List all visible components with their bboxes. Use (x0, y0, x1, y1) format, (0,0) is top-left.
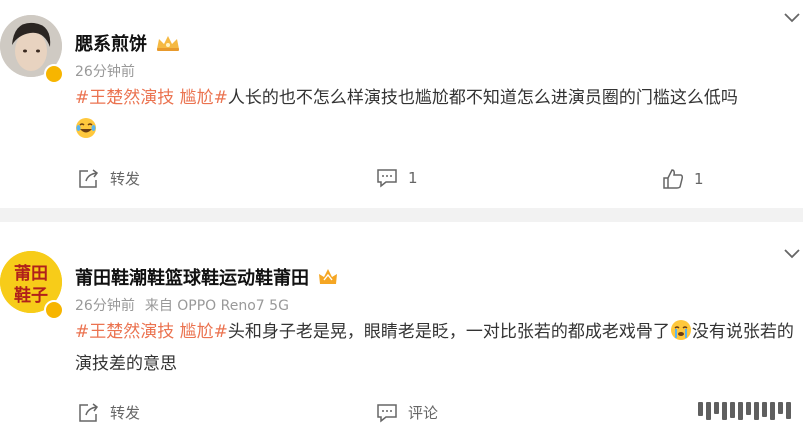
post-text: #王楚然演技 尴尬#人长的也不怎么样演技也尴尬都不知道怎么进演员圈的门槛这么低吗 (75, 82, 799, 146)
hashtag-link[interactable]: #王楚然演技 尴尬# (75, 322, 228, 342)
share-icon (79, 402, 99, 422)
chevron-down-icon[interactable] (783, 248, 801, 260)
share-label: 转发 (110, 404, 141, 422)
username-text[interactable]: 腮系煎饼 (75, 34, 147, 55)
laugh-cry-emoji (76, 118, 96, 138)
comment-count: 1 (408, 169, 418, 187)
post-time: 26分钟前 (75, 64, 135, 80)
comment-button[interactable]: 1 (376, 168, 418, 188)
comment-icon (377, 403, 397, 423)
post-card: 腮系煎饼 26分钟前 #王楚然演技 尴尬#人长的也不怎么样演技也尴尬都不知道怎么… (0, 0, 803, 208)
vip-crown-icon (319, 269, 337, 284)
hashtag-link[interactable]: #王楚然演技 尴尬# (75, 88, 228, 108)
post-source: 来自 OPPO Reno7 5G (144, 298, 289, 314)
share-button[interactable]: 转发 (78, 402, 140, 423)
avatar-text: 莆田 (14, 264, 48, 284)
comment-icon (377, 169, 397, 188)
comment-button[interactable]: 评论 (376, 402, 438, 423)
post-meta: 26分钟前 (75, 61, 135, 81)
like-button[interactable]: 1 (662, 168, 704, 190)
avatar-text: 鞋子 (14, 285, 48, 306)
post-card: 莆田 鞋子 莆田鞋潮鞋篮球鞋运动鞋莆田 26分钟前 来自 OPPO Reno7 5… (0, 222, 803, 431)
verified-badge (44, 300, 64, 320)
cry-emoji (670, 320, 691, 340)
post-time: 26分钟前 (75, 298, 135, 314)
feed-divider (0, 208, 803, 222)
share-icon (79, 168, 99, 188)
comment-label: 评论 (408, 404, 439, 422)
username[interactable]: 莆田鞋潮鞋篮球鞋运动鞋莆田 (75, 264, 339, 290)
vip-crown-icon (157, 36, 179, 51)
watermark-logo (698, 402, 791, 420)
post-body-text: 人长的也不怎么样演技也尴尬都不知道怎么进演员圈的门槛这么低吗 (227, 88, 738, 108)
like-icon (663, 169, 684, 189)
post-text: #王楚然演技 尴尬#头和身子老是晃，眼睛老是眨，一对比张若的都成老戏骨了 没有说… (75, 316, 799, 380)
username[interactable]: 腮系煎饼 (75, 30, 181, 56)
post-body-text: 头和身子老是晃，眼睛老是眨，一对比张若的都成老戏骨了 (227, 322, 670, 342)
share-label: 转发 (110, 170, 141, 188)
verified-badge (44, 64, 64, 84)
post-meta: 26分钟前 来自 OPPO Reno7 5G (75, 295, 289, 315)
like-count: 1 (694, 170, 704, 188)
chevron-down-icon[interactable] (783, 12, 801, 24)
username-text[interactable]: 莆田鞋潮鞋篮球鞋运动鞋莆田 (75, 268, 309, 289)
share-button[interactable]: 转发 (78, 168, 140, 189)
